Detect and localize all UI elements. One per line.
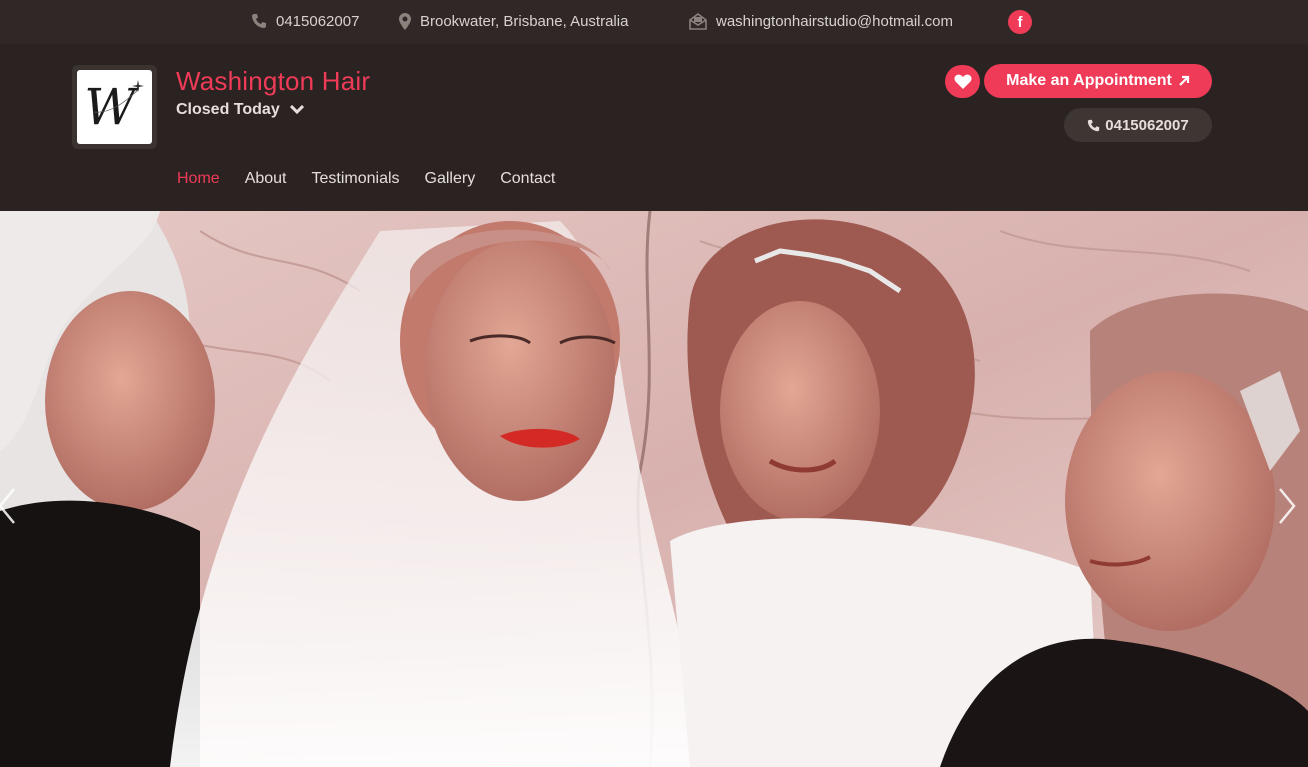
map-pin-icon bbox=[399, 12, 411, 30]
call-button[interactable]: 0415062007 bbox=[1064, 108, 1212, 142]
chevron-down-icon bbox=[289, 105, 304, 115]
top-info-bar: 0415062007 Brookwater, Brisbane, Austral… bbox=[0, 0, 1308, 44]
nav-testimonials[interactable]: Testimonials bbox=[312, 170, 400, 188]
logo-letter: W bbox=[84, 78, 139, 136]
main-nav: Home About Testimonials Gallery Contact bbox=[177, 170, 555, 188]
phone-icon bbox=[1088, 119, 1100, 131]
favorite-button[interactable] bbox=[945, 65, 980, 98]
topbar-phone-text: 0415062007 bbox=[276, 12, 360, 30]
phone-icon bbox=[252, 14, 266, 28]
nav-gallery[interactable]: Gallery bbox=[425, 170, 476, 188]
facebook-letter: f bbox=[1017, 13, 1023, 31]
hero-slider bbox=[0, 211, 1308, 767]
business-name[interactable]: Washington Hair bbox=[176, 66, 370, 97]
logo-mark: W bbox=[77, 70, 152, 144]
hero-image bbox=[0, 211, 1308, 767]
logo[interactable]: W bbox=[72, 65, 157, 149]
hours-dropdown[interactable]: Closed Today bbox=[176, 101, 304, 119]
make-appointment-button[interactable]: Make an Appointment bbox=[984, 64, 1212, 98]
appointment-label: Make an Appointment bbox=[1006, 72, 1172, 89]
slider-next[interactable] bbox=[1270, 481, 1308, 531]
envelope-icon bbox=[689, 12, 707, 30]
nav-home[interactable]: Home bbox=[177, 170, 220, 188]
heart-icon bbox=[954, 74, 971, 89]
chevron-left-icon bbox=[0, 488, 15, 524]
site-header: W Washington Hair Closed Today Make an A… bbox=[0, 44, 1308, 211]
hours-status: Closed Today bbox=[176, 101, 280, 118]
call-button-label: 0415062007 bbox=[1105, 116, 1189, 134]
topbar-location: Brookwater, Brisbane, Australia bbox=[399, 11, 628, 31]
slider-prev[interactable] bbox=[0, 481, 30, 531]
arrow-up-right-icon bbox=[1179, 75, 1189, 86]
facebook-icon[interactable]: f bbox=[1008, 10, 1032, 34]
topbar-phone[interactable]: 0415062007 bbox=[251, 11, 359, 31]
chevron-right-icon bbox=[1279, 488, 1296, 524]
nav-contact[interactable]: Contact bbox=[500, 170, 555, 188]
logo-w-icon: W bbox=[84, 78, 144, 136]
topbar-location-text: Brookwater, Brisbane, Australia bbox=[420, 12, 629, 30]
topbar-email-text: washingtonhairstudio@hotmail.com bbox=[716, 12, 954, 30]
nav-about[interactable]: About bbox=[245, 170, 287, 188]
topbar-email[interactable]: washingtonhairstudio@hotmail.com bbox=[689, 11, 953, 31]
